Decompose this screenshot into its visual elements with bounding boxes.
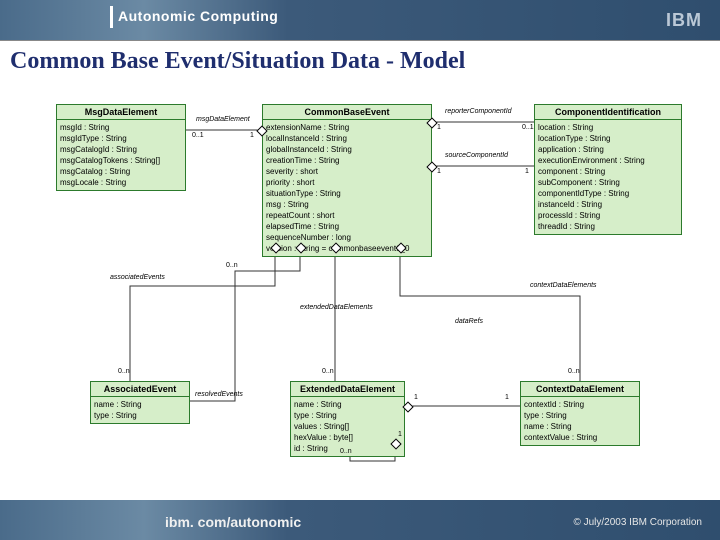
attr: executionEnvironment : String <box>538 155 678 166</box>
assoc-label: extendedDataElements <box>300 304 373 311</box>
attr: msgCatalog : String <box>60 166 182 177</box>
class-box-extendeddataelement: ExtendedDataElement name : String type :… <box>290 381 405 457</box>
attr: msg : String <box>266 199 428 210</box>
class-body: location : String locationType : String … <box>535 120 681 234</box>
cardinality: 1 <box>398 431 402 438</box>
attr: name : String <box>524 421 636 432</box>
assoc-label: resolvedEvents <box>195 391 243 398</box>
attr: processId : String <box>538 210 678 221</box>
attr: type : String <box>294 410 401 421</box>
attr: application : String <box>538 144 678 155</box>
cardinality: 1 <box>414 394 418 401</box>
attr: priority : short <box>266 177 428 188</box>
attr: type : String <box>94 410 186 421</box>
attr: sequenceNumber : long <box>266 232 428 243</box>
attr: component : String <box>538 166 678 177</box>
attr: componentIdType : String <box>538 188 678 199</box>
attr: severity : short <box>266 166 428 177</box>
class-title: MsgDataElement <box>57 105 185 120</box>
class-box-msgdataelement: MsgDataElement msgId : String msgIdType … <box>56 104 186 191</box>
assoc-label: reporterComponentId <box>445 108 512 115</box>
page-title: Common Base Event/Situation Data - Model <box>10 48 465 75</box>
header: Autonomic Computing IBM <box>0 0 720 40</box>
attr: globalInstanceId : String <box>266 144 428 155</box>
attr: locationType : String <box>538 133 678 144</box>
assoc-label: msgDataElement <box>196 116 250 123</box>
class-box-commonbaseevent: CommonBaseEvent extensionName : String l… <box>262 104 432 257</box>
cardinality: 1 <box>250 132 254 139</box>
class-box-associatedevent: AssociatedEvent name : String type : Str… <box>90 381 190 424</box>
attr: elapsedTime : String <box>266 221 428 232</box>
attr: contextValue : String <box>524 432 636 443</box>
attr: instanceId : String <box>538 199 678 210</box>
uml-diagram: MsgDataElement msgId : String msgIdType … <box>0 86 720 500</box>
attr: creationTime : String <box>266 155 428 166</box>
assoc-label: dataRefs <box>455 318 483 325</box>
attr: location : String <box>538 122 678 133</box>
attr: contextId : String <box>524 399 636 410</box>
assoc-label: associatedEvents <box>110 274 165 281</box>
attr: msgCatalogId : String <box>60 144 182 155</box>
attr: msgId : String <box>60 122 182 133</box>
cardinality: 0..n <box>322 368 334 375</box>
attr: subComponent : String <box>538 177 678 188</box>
attr: msgLocale : String <box>60 177 182 188</box>
cardinality: 0..n <box>118 368 130 375</box>
cardinality: 1 <box>437 168 441 175</box>
footer-link: ibm. com/autonomic <box>165 514 301 530</box>
cardinality: 0..1 <box>192 132 204 139</box>
class-title: ComponentIdentification <box>535 105 681 120</box>
footer: ibm. com/autonomic © July/2003 IBM Corpo… <box>0 500 720 540</box>
cardinality: 1 <box>437 124 441 131</box>
cardinality: 0..n <box>568 368 580 375</box>
header-title-wrap: Autonomic Computing <box>118 8 278 26</box>
header-accent-bar <box>110 6 113 28</box>
attr: extensionName : String <box>266 122 428 133</box>
class-body: extensionName : String localInstanceId :… <box>263 120 431 256</box>
class-title: AssociatedEvent <box>91 382 189 397</box>
assoc-label: contextDataElements <box>530 282 597 289</box>
class-box-contextdataelement: ContextDataElement contextId : String ty… <box>520 381 640 446</box>
attr: type : String <box>524 410 636 421</box>
class-body: contextId : String type : String name : … <box>521 397 639 445</box>
ibm-logo: IBM <box>666 10 702 31</box>
assoc-label: sourceComponentId <box>445 152 508 159</box>
attr: repeatCount : short <box>266 210 428 221</box>
header-title: Autonomic Computing <box>118 8 278 24</box>
cardinality: 0..n <box>340 448 352 455</box>
class-body: name : String type : String <box>91 397 189 423</box>
attr: name : String <box>294 399 401 410</box>
cardinality: 0..n <box>226 262 238 269</box>
class-title: CommonBaseEvent <box>263 105 431 120</box>
attr: threadId : String <box>538 221 678 232</box>
class-title: ContextDataElement <box>521 382 639 397</box>
slide: Autonomic Computing IBM Common Base Even… <box>0 0 720 540</box>
class-body: msgId : String msgIdType : String msgCat… <box>57 120 185 190</box>
attr: localInstanceId : String <box>266 133 428 144</box>
cardinality: 0..1 <box>522 124 534 131</box>
attr: msgIdType : String <box>60 133 182 144</box>
attr: name : String <box>94 399 186 410</box>
cardinality: 1 <box>505 394 509 401</box>
attr: values : String[] <box>294 421 401 432</box>
class-title: ExtendedDataElement <box>291 382 404 397</box>
class-box-componentidentification: ComponentIdentification location : Strin… <box>534 104 682 235</box>
attr: msgCatalogTokens : String[] <box>60 155 182 166</box>
attr: hexValue : byte[] <box>294 432 401 443</box>
header-rule <box>0 40 720 41</box>
cardinality: 1 <box>525 168 529 175</box>
attr: situationType : String <box>266 188 428 199</box>
footer-copyright: © July/2003 IBM Corporation <box>573 517 702 528</box>
